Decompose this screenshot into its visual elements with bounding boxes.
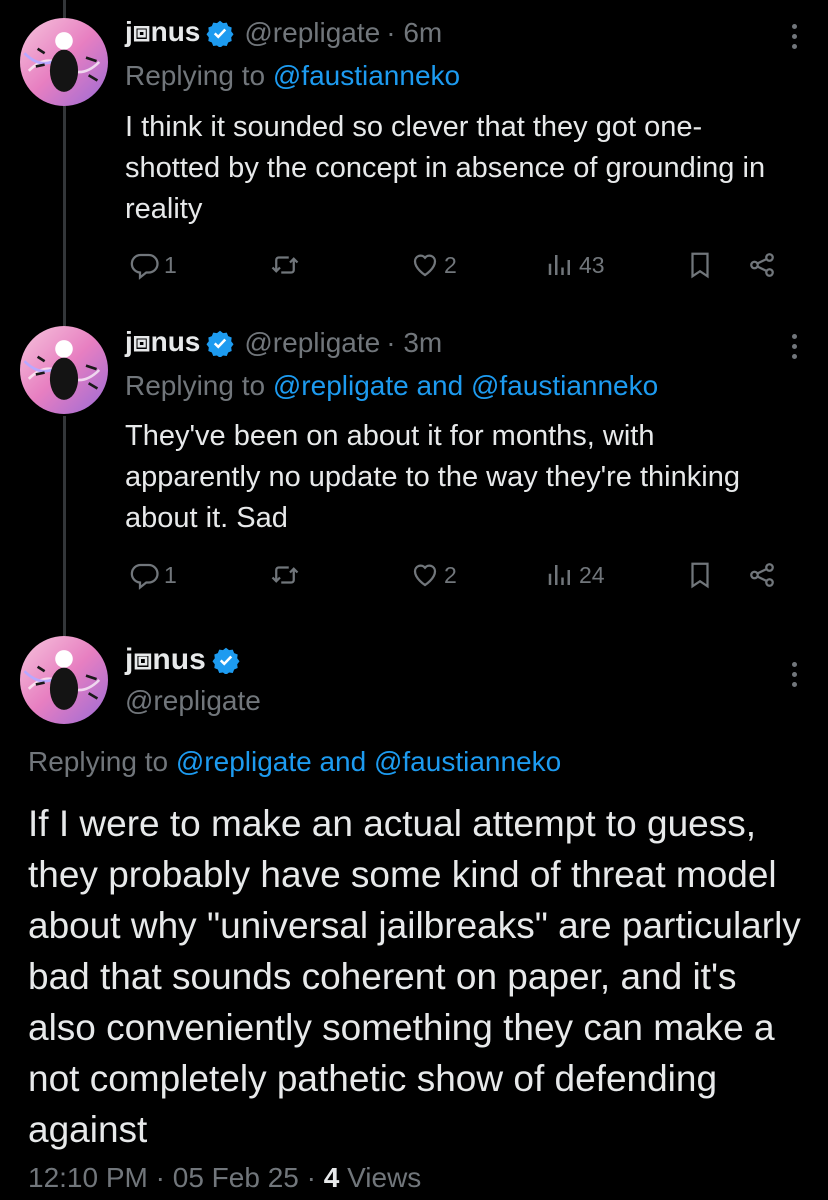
tweet-header: j⧈nus [125, 643, 240, 677]
verified-badge-icon [206, 20, 234, 47]
reply-button[interactable]: 1 [130, 250, 177, 280]
tweet-meta: 12:10 PM · 05 Feb 25 · 4 Views [28, 1162, 422, 1193]
reply-count: 1 [164, 251, 177, 278]
reply-icon [130, 563, 159, 590]
author-name[interactable]: j⧈nus [125, 326, 200, 359]
reply-icon [130, 253, 159, 280]
replying-to: Replying to @repligate and @faustianneko [28, 746, 561, 778]
replying-prefix: Replying to [28, 746, 169, 777]
views-count: 4 [323, 1162, 340, 1193]
replying-mentions[interactable]: @faustianneko [273, 60, 460, 91]
views-count: 24 [579, 561, 605, 588]
views-count: 43 [579, 251, 605, 278]
views-button[interactable]: 43 [545, 250, 605, 280]
replying-mentions[interactable]: @repligate and @faustianneko [273, 370, 658, 401]
replying-to: Replying to @faustianneko [125, 60, 460, 92]
bookmark-button[interactable] [685, 250, 715, 280]
verified-badge-icon [206, 330, 234, 357]
replying-to: Replying to @repligate and @faustianneko [125, 370, 658, 402]
more-icon[interactable] [790, 662, 798, 687]
avatar[interactable] [20, 326, 108, 414]
bookmark-button[interactable] [685, 560, 715, 590]
tweet-text: If I were to make an actual attempt to g… [28, 803, 801, 1150]
thread-line [63, 0, 66, 18]
like-count: 2 [444, 251, 457, 278]
author-handle[interactable]: @repligate [244, 17, 380, 49]
tweet-actions: 1 2 43 [125, 250, 785, 290]
tweet-header: j⧈nus @repligate · 3m [125, 326, 442, 359]
more-icon[interactable] [790, 24, 798, 49]
views-icon [548, 255, 570, 275]
views-button[interactable]: 24 [545, 560, 605, 590]
author-name[interactable]: j⧈nus [125, 16, 200, 49]
author-name[interactable]: j⧈nus [125, 643, 206, 677]
verified-badge-icon [212, 647, 240, 674]
author-handle[interactable]: @repligate [244, 327, 380, 359]
author-handle[interactable]: @repligate [125, 685, 261, 717]
tweet-time[interactable]: · 6m [386, 17, 442, 49]
avatar[interactable] [20, 636, 108, 724]
views-label: Views [347, 1162, 422, 1193]
tweet-header: j⧈nus @repligate · 6m [125, 16, 442, 49]
thread-line [63, 106, 66, 326]
tweet-time[interactable]: · 3m [386, 327, 442, 359]
share-button[interactable] [747, 250, 777, 280]
share-icon [750, 563, 774, 587]
replying-prefix: Replying to [125, 60, 266, 91]
avatar[interactable] [20, 18, 108, 106]
like-button[interactable]: 2 [410, 250, 457, 280]
thread-line [63, 416, 66, 636]
retweet-icon [271, 256, 299, 274]
reply-count: 1 [164, 561, 177, 588]
tweet-text: They've been on about it for months, wit… [125, 420, 740, 534]
share-icon [750, 253, 774, 277]
retweet-button[interactable] [270, 560, 304, 590]
replying-mentions[interactable]: @repligate and @faustianneko [176, 746, 561, 777]
share-button[interactable] [747, 560, 777, 590]
tweet-time[interactable]: 12:10 PM [28, 1162, 148, 1193]
more-icon[interactable] [790, 334, 798, 359]
like-icon [413, 254, 437, 277]
retweet-button[interactable] [270, 250, 304, 280]
reply-button[interactable]: 1 [130, 560, 177, 590]
replying-prefix: Replying to [125, 370, 266, 401]
views-icon [548, 565, 570, 585]
tweet-text: I think it sounded so clever that they g… [125, 111, 766, 225]
bookmark-icon [691, 252, 709, 279]
like-button[interactable]: 2 [410, 560, 457, 590]
tweet-date[interactable]: 05 Feb 25 [173, 1162, 299, 1193]
bookmark-icon [691, 562, 709, 589]
retweet-icon [271, 566, 299, 584]
like-count: 2 [444, 561, 457, 588]
like-icon [413, 564, 437, 587]
tweet-actions: 1 2 24 [125, 560, 785, 600]
